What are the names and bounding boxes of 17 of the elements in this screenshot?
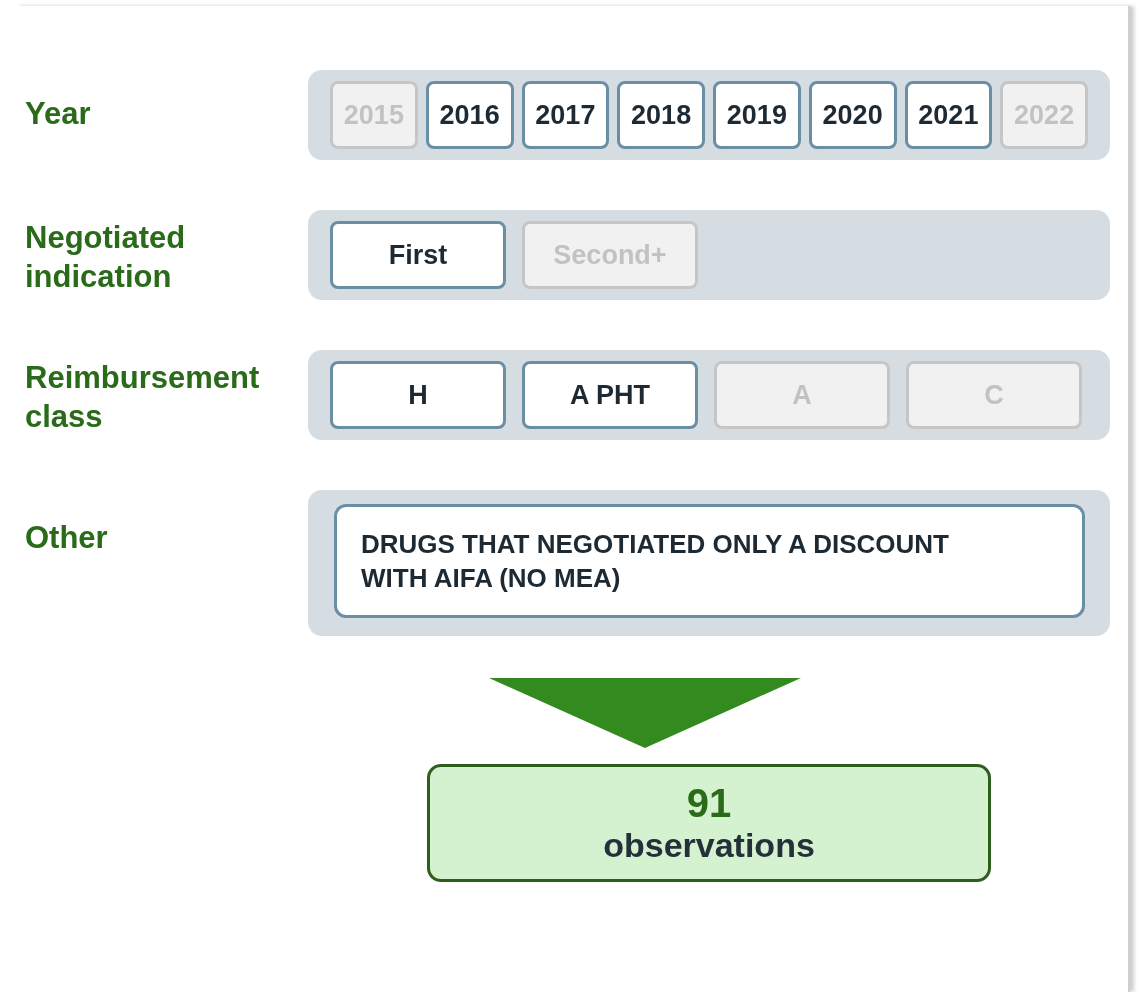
filter-option[interactable]: 2021 xyxy=(904,81,993,149)
result-label: observations xyxy=(603,825,815,865)
filter-label: Reimbursement class xyxy=(24,359,261,436)
filter-option[interactable]: 2020 xyxy=(808,81,897,149)
result-count: 91 xyxy=(686,781,732,825)
filter-option[interactable]: 2018 xyxy=(617,81,705,149)
filter-label: Other xyxy=(24,519,109,557)
down-arrow-icon xyxy=(489,678,801,748)
filter-condition: DRUGS THAT NEGOTIATED ONLY A DISCOUNT WITH AIFA (NO MEA) xyxy=(334,504,1085,618)
filter-label: Negotiated indication xyxy=(24,219,187,296)
filter-option[interactable]: 2019 xyxy=(713,81,801,149)
filter-option[interactable]: 2016 xyxy=(425,81,514,149)
filter-label: Year xyxy=(24,95,92,133)
filter-option[interactable]: H xyxy=(330,361,506,429)
filter-option[interactable]: A PHT xyxy=(522,361,698,429)
filter-option[interactable]: First xyxy=(330,221,506,289)
filter-option[interactable]: 2017 xyxy=(521,81,610,149)
